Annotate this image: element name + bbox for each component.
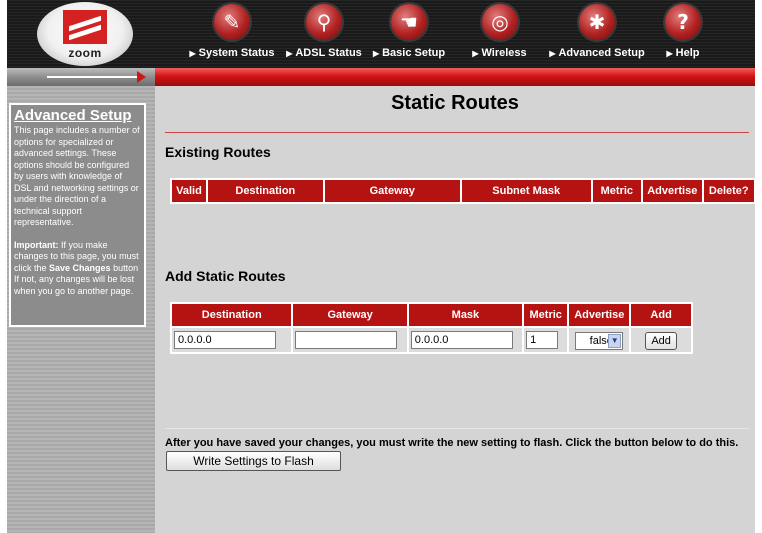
sidebar-title: Advanced Setup — [14, 107, 132, 124]
magnifier-icon: ⚲ — [306, 4, 342, 40]
nav-label: Advanced Setup — [558, 47, 645, 59]
column-header: Subnet Mask — [461, 180, 591, 202]
column-header: Advertise — [569, 304, 630, 326]
table-header-row: Destination Gateway Mask Metric Advertis… — [172, 304, 691, 326]
nav-wireless[interactable]: ◎ ▶ Wireless — [462, 0, 537, 68]
column-header: Gateway — [324, 180, 460, 202]
gateway-input[interactable] — [295, 331, 398, 349]
metric-input[interactable]: 1 — [526, 331, 559, 349]
arrow-icon: ▶ — [286, 49, 293, 58]
nav-basic-setup[interactable]: ☚ ▶ Basic Setup — [369, 0, 449, 68]
column-header: Delete? — [703, 180, 754, 202]
column-header: Metric — [524, 304, 568, 326]
main-content: Static Routes Existing Routes Valid Dest… — [155, 86, 755, 533]
column-header: Metric — [592, 180, 642, 202]
divider — [165, 132, 749, 133]
advertise-select[interactable]: false ▼ — [575, 331, 624, 350]
column-header: Destination — [207, 180, 323, 202]
wrench-icon: ✱ — [579, 4, 615, 40]
table-row: 0.0.0.0 0.0.0.0 1 false ▼ Add — [172, 328, 691, 352]
arrow-right-icon — [137, 71, 146, 83]
column-header: Destination — [172, 304, 292, 326]
column-header: Mask — [408, 304, 523, 326]
column-header: Gateway — [293, 304, 407, 326]
sidebar: Advanced Setup This page includes a numb… — [7, 86, 155, 533]
chevron-down-icon[interactable]: ▼ — [608, 333, 622, 348]
sidebar-description: This page includes a number of options f… — [14, 125, 140, 227]
question-icon: ? — [665, 4, 701, 40]
logo-z-mark — [63, 10, 107, 44]
add-routes-table: Destination Gateway Mask Metric Advertis… — [170, 302, 693, 354]
column-header: Advertise — [643, 180, 702, 202]
nav-label: System Status — [198, 47, 275, 59]
sidebar-help-box: Advanced Setup This page includes a numb… — [9, 103, 146, 327]
logo-text: zoom — [68, 46, 102, 60]
nav-adsl-status[interactable]: ⚲ ▶ ADSL Status — [282, 0, 366, 68]
arrow-icon: ▶ — [549, 49, 556, 58]
nav-advanced-setup[interactable]: ✱ ▶ Advanced Setup — [547, 0, 647, 68]
nav-label: Help — [675, 47, 700, 59]
nav-label: Basic Setup — [382, 47, 446, 59]
flash-instructions: After you have saved your changes, you m… — [165, 437, 739, 449]
arrow-icon: ▶ — [472, 49, 479, 58]
table-header-row: Valid Destination Gateway Subnet Mask Me… — [172, 180, 754, 202]
nav-label: Wireless — [481, 47, 527, 59]
destination-input[interactable]: 0.0.0.0 — [174, 331, 276, 349]
divider — [165, 428, 749, 429]
nav-label: ADSL Status — [295, 47, 362, 59]
existing-routes-heading: Existing Routes — [165, 144, 271, 160]
wireless-icon: ◎ — [482, 4, 518, 40]
existing-routes-table: Valid Destination Gateway Subnet Mask Me… — [170, 178, 755, 204]
header: zoom ✎ ▶ System Status ⚲ ▶ ADSL Status ☚ ▶… — [7, 0, 755, 68]
write-settings-to-flash-button[interactable]: Write Settings to Flash — [166, 451, 341, 471]
page-title: Static Routes — [391, 92, 519, 114]
add-route-button[interactable]: Add — [645, 331, 677, 350]
router-admin-page: zoom ✎ ▶ System Status ⚲ ▶ ADSL Status ☚ ▶… — [7, 0, 755, 533]
arrow-icon: ▶ — [189, 49, 196, 58]
arrow-icon: ▶ — [666, 49, 673, 58]
zoom-logo[interactable]: zoom — [37, 2, 133, 66]
arrow-bar — [7, 68, 155, 86]
nav-help[interactable]: ? ▶ Help — [655, 0, 711, 68]
column-header: Valid — [172, 180, 206, 202]
arrow-icon: ▶ — [372, 49, 380, 58]
nav-system-status[interactable]: ✎ ▶ System Status — [187, 0, 277, 68]
document-icon: ✎ — [214, 4, 250, 40]
sidebar-important-note: Important: If you make changes to this p… — [14, 239, 139, 296]
mask-input[interactable]: 0.0.0.0 — [410, 331, 513, 349]
column-header: Add — [631, 304, 691, 326]
add-static-routes-heading: Add Static Routes — [165, 268, 286, 284]
hand-icon: ☚ — [391, 4, 427, 40]
